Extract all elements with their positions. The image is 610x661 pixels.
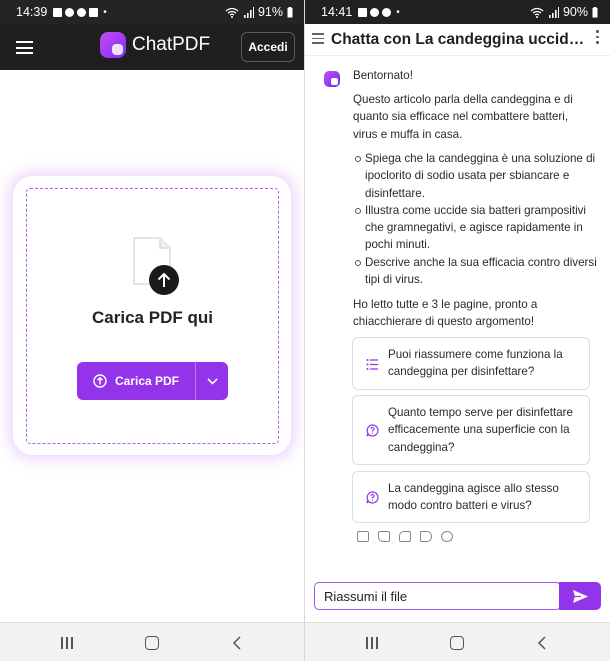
question-bubble-icon [366,424,379,437]
suggested-question-2[interactable]: Quanto tempo serve per disinfettare effi… [352,395,590,465]
suggestion-text: La candeggina agisce allo stesso modo co… [388,482,559,513]
more-notifications-dot: • [103,6,107,18]
chatpdf-logo[interactable]: ChatPDF [100,32,210,58]
upload-options-dropdown[interactable] [196,362,228,400]
signal-icon [243,6,254,18]
gallery-icon [53,7,63,17]
more-options-icon[interactable] [594,29,600,45]
chat-message-input[interactable] [315,583,560,609]
right-phone-screen: 14:41 • 90% Chatta con La candeggina ucc… [305,0,610,661]
chevron-down-icon [206,377,218,385]
gear-icon[interactable] [441,531,453,542]
chat-header: Chatta con La candeggina uccide batteri,… [305,24,610,56]
recent-apps-icon[interactable] [61,637,73,649]
home-icon[interactable] [145,636,159,650]
dropzone-title: Carica PDF qui [92,308,213,327]
list-item: Spiega che la candeggina è una soluzione… [353,150,599,202]
more-notifications-dot: • [396,6,400,18]
upload-circle-icon [93,374,107,388]
question-bubble-icon [366,491,379,504]
battery-icon [592,6,598,17]
upload-pdf-button[interactable]: Carica PDF [77,362,195,400]
app-header: ChatPDF Accedi [0,24,305,70]
suggested-question-1[interactable]: Puoi riassumere come funziona la candegg… [352,337,590,390]
thumbs-up-icon[interactable] [378,531,390,542]
system-navigation-bar [305,622,610,661]
left-phone-screen: 14:39 • 91% ChatPDF Accedi Carica PDF qu… [0,0,305,661]
summary-intro: Questo articolo parla della candeggina e… [353,93,573,141]
sidebar-menu-icon[interactable] [312,33,324,44]
chatpdf-avatar [324,71,340,87]
message-actions [357,531,453,542]
image-icon [89,7,99,17]
status-bar: 14:41 • 90% [305,0,610,24]
recent-apps-icon[interactable] [366,637,378,649]
thumbs-down-icon[interactable] [399,531,411,542]
settings-icon [370,7,380,17]
battery-level: 91% [257,5,283,19]
home-icon[interactable] [450,636,464,650]
greeting-text: Bentornato! [353,69,413,82]
back-icon[interactable] [535,635,551,651]
whatsapp-icon [382,7,392,17]
pdf-dropzone[interactable]: Carica PDF qui Carica PDF [26,188,279,444]
battery-level: 90% [562,5,588,19]
send-button[interactable] [559,582,601,610]
settings-icon [65,7,75,17]
signal-icon [548,6,559,18]
back-icon[interactable] [230,635,246,651]
wifi-icon [225,7,239,18]
login-button[interactable]: Accedi [241,32,295,62]
list-item: Descrive anche la sua efficacia contro d… [353,254,599,289]
list-icon [366,359,378,370]
upload-pdf-split-button: Carica PDF [77,362,228,400]
brand-name: ChatPDF [132,34,211,55]
suggested-question-3[interactable]: La candeggina agisce allo stesso modo co… [352,471,590,523]
whatsapp-icon [77,7,87,17]
status-time: 14:41 [321,5,353,19]
gallery-icon [358,7,368,17]
suggestion-text: Puoi riassumere come funziona la candegg… [388,348,563,379]
upload-pdf-label: Carica PDF [114,374,180,388]
status-bar: 14:39 • 91% [0,0,305,24]
upload-card: Carica PDF qui Carica PDF [13,176,291,455]
notification-icons [53,7,99,17]
copy-icon[interactable] [357,531,369,542]
battery-icon [287,6,293,17]
summary-bullet-list: Spiega che la candeggina è una soluzione… [353,150,599,288]
closing-text: Ho letto tutte e 3 le pagine, pronto a c… [353,298,538,329]
upload-arrow-icon [149,265,179,295]
suggestion-text: Quanto tempo serve per disinfettare effi… [388,406,573,454]
system-navigation-bar [0,622,305,661]
wifi-icon [530,7,544,18]
hamburger-menu-icon[interactable] [16,41,33,54]
chat-title: Chatta con La candeggina uccide batteri,… [331,31,587,48]
chatpdf-logo-icon [100,32,126,58]
list-item: Illustra come uccide sia batteri grampos… [353,202,599,254]
notification-icons [358,7,392,17]
chat-input-wrapper [314,582,561,610]
speaker-icon[interactable] [420,531,432,542]
send-icon [572,589,588,603]
status-time: 14:39 [16,5,48,19]
